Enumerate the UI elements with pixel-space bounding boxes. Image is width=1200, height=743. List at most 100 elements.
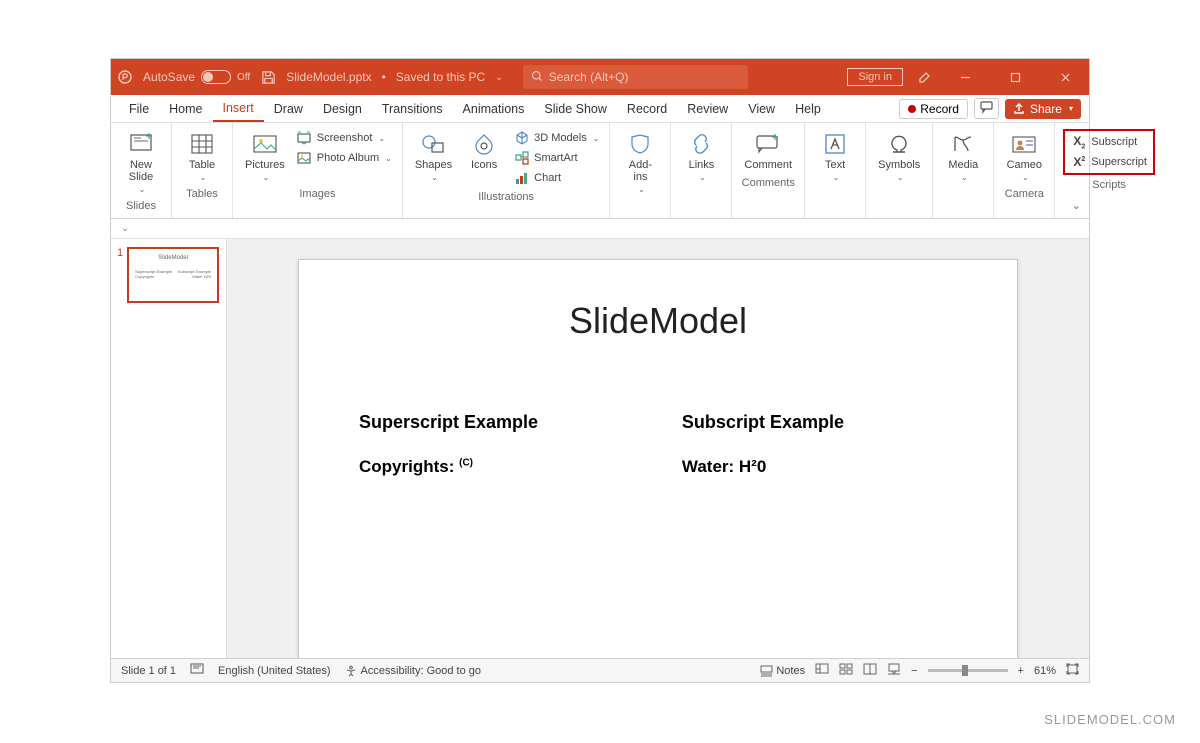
left-heading[interactable]: Superscript Example <box>359 412 634 433</box>
ribbon-collapse-button[interactable]: ⌄ <box>1072 199 1081 212</box>
icons-icon <box>469 131 499 157</box>
addins-label: Add- ins <box>629 159 652 183</box>
new-slide-button[interactable]: New Slide ⌄ <box>119 129 163 196</box>
signin-button[interactable]: Sign in <box>847 68 903 86</box>
saved-separator: • <box>382 70 386 84</box>
view-slideshow-button[interactable] <box>887 663 901 678</box>
tab-home[interactable]: Home <box>159 95 212 122</box>
text-icon <box>820 131 850 157</box>
zoom-out-button[interactable]: − <box>911 665 917 677</box>
view-reading-button[interactable] <box>863 663 877 678</box>
share-button[interactable]: Share ▾ <box>1005 99 1081 119</box>
group-slides: New Slide⌄ Slides <box>111 123 172 218</box>
maximize-button[interactable] <box>997 59 1033 95</box>
tab-draw[interactable]: Draw <box>264 95 313 122</box>
slide-thumbnail[interactable]: SlideModel Superscript ExampleSubscript … <box>127 247 219 303</box>
new-slide-label: New Slide <box>129 159 153 183</box>
thumbnail-pane[interactable]: 1 SlideModel Superscript ExampleSubscrip… <box>111 239 227 658</box>
addins-button[interactable]: Add- ins⌄ <box>618 129 662 196</box>
search-placeholder: Search (Alt+Q) <box>549 70 629 84</box>
cameo-icon <box>1009 131 1039 157</box>
tab-view[interactable]: View <box>738 95 785 122</box>
media-button[interactable]: Media⌄ <box>941 129 985 184</box>
links-button[interactable]: Links⌄ <box>679 129 723 184</box>
tab-review[interactable]: Review <box>677 95 738 122</box>
tab-help[interactable]: Help <box>785 95 831 122</box>
left-body[interactable]: Copyrights: (C) <box>359 457 634 477</box>
save-icon[interactable] <box>260 69 276 85</box>
accessibility-status[interactable]: Accessibility: Good to go <box>345 665 481 677</box>
group-illustrations: Shapes ⌄ Icons 3D Models⌄ SmartArt <box>403 123 611 218</box>
zoom-level[interactable]: 61% <box>1034 665 1056 677</box>
slide-canvas[interactable]: SlideModel Superscript Example Copyright… <box>298 259 1018 658</box>
ribbon: New Slide⌄ Slides Table⌄ Tables Pictures… <box>111 123 1089 219</box>
right-body[interactable]: Water: H²0 <box>682 457 957 477</box>
superscript-button[interactable]: X2 Superscript <box>1069 153 1149 171</box>
table-button[interactable]: Table⌄ <box>180 129 224 184</box>
tab-record[interactable]: Record <box>617 95 677 122</box>
app-window: AutoSave Off SlideModel.pptx • Saved to … <box>110 58 1090 683</box>
photo-album-button[interactable]: Photo Album⌄ <box>295 149 394 167</box>
shapes-label: Shapes <box>415 159 452 171</box>
icons-button[interactable]: Icons <box>462 129 506 173</box>
symbols-icon <box>884 131 914 157</box>
chevron-down-icon: ⌄ <box>897 173 904 182</box>
chevron-down-icon[interactable]: ⌄ <box>495 72 503 83</box>
left-body-sup: (C) <box>459 457 473 468</box>
tab-slideshow[interactable]: Slide Show <box>534 95 617 122</box>
group-links: Links⌄ <box>671 123 732 218</box>
chart-button[interactable]: Chart <box>512 169 601 187</box>
symbols-label: Symbols <box>878 159 920 171</box>
chevron-down-icon: ⌄ <box>139 185 146 194</box>
cameo-button[interactable]: Cameo⌄ <box>1002 129 1046 184</box>
slide-counter[interactable]: Slide 1 of 1 <box>121 665 176 677</box>
group-label: Scripts <box>1063 179 1155 195</box>
qat-customize-button[interactable]: ⌄ <box>121 223 129 234</box>
smartart-button[interactable]: SmartArt <box>512 149 601 167</box>
shapes-icon <box>418 131 448 157</box>
chevron-down-icon: ⌄ <box>699 173 706 182</box>
group-camera: Cameo⌄ Camera <box>994 123 1055 218</box>
view-normal-button[interactable] <box>815 663 829 678</box>
view-sorter-button[interactable] <box>839 663 853 678</box>
notes-button[interactable]: Notes <box>760 665 805 677</box>
subscript-label: Subscript <box>1091 136 1137 148</box>
comment-button[interactable]: Comment <box>740 129 796 173</box>
left-body-text: Copyrights: <box>359 457 459 476</box>
symbols-button[interactable]: Symbols ⌄ <box>874 129 924 184</box>
pictures-button[interactable]: Pictures⌄ <box>241 129 289 184</box>
tab-transitions[interactable]: Transitions <box>372 95 453 122</box>
autosave-toggle[interactable]: AutoSave Off <box>143 70 250 84</box>
comments-pane-button[interactable] <box>974 98 999 119</box>
close-button[interactable] <box>1047 59 1083 95</box>
tab-animations[interactable]: Animations <box>453 95 535 122</box>
language-status[interactable]: English (United States) <box>218 665 331 677</box>
text-button[interactable]: Text⌄ <box>813 129 857 184</box>
comment-icon <box>753 131 783 157</box>
tab-insert[interactable]: Insert <box>213 95 264 122</box>
screenshot-icon <box>297 130 313 146</box>
tab-design[interactable]: Design <box>313 95 372 122</box>
zoom-slider[interactable] <box>928 669 1008 672</box>
record-button[interactable]: Record <box>899 99 968 119</box>
chevron-down-icon: ⌄ <box>833 173 840 182</box>
group-label: Camera <box>1002 188 1046 204</box>
zoom-in-button[interactable]: + <box>1018 665 1024 677</box>
subscript-button[interactable]: X2 Subscript <box>1069 133 1149 151</box>
slide-title[interactable]: SlideModel <box>359 300 957 342</box>
coming-soon-icon[interactable] <box>917 69 933 85</box>
tab-file[interactable]: File <box>119 95 159 122</box>
notes-icon <box>760 665 773 676</box>
fit-to-window-button[interactable] <box>1066 663 1079 678</box>
shapes-button[interactable]: Shapes ⌄ <box>411 129 456 184</box>
screenshot-button[interactable]: Screenshot⌄ <box>295 129 394 147</box>
slide-editor[interactable]: SlideModel Superscript Example Copyright… <box>227 239 1089 658</box>
toggle-icon <box>201 70 231 84</box>
chevron-down-icon: ⌄ <box>431 173 438 182</box>
minimize-button[interactable] <box>947 59 983 95</box>
3d-models-button[interactable]: 3D Models⌄ <box>512 129 601 147</box>
chevron-down-icon: ⌄ <box>961 173 968 182</box>
search-input[interactable]: Search (Alt+Q) <box>523 65 748 89</box>
right-heading[interactable]: Subscript Example <box>682 412 957 433</box>
spellcheck-icon[interactable] <box>190 663 204 678</box>
